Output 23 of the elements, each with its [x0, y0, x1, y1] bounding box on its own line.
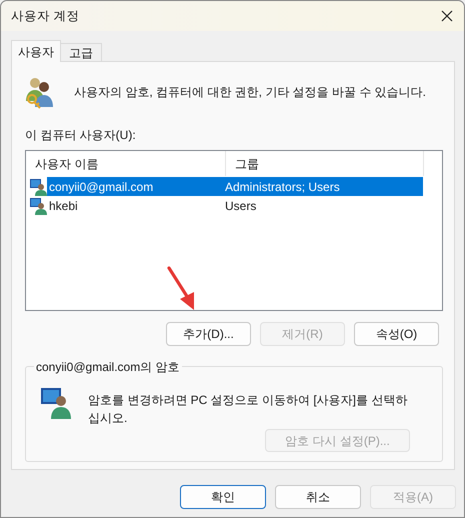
table-cell-text: Users	[225, 198, 258, 214]
description-text: 사용자의 암호, 컴퓨터에 대한 권한, 기타 설정을 바꿀 수 있습니다.	[74, 84, 426, 101]
user-row[interactable]: hkebi Users	[47, 196, 423, 215]
tab[interactable]: 사용자	[11, 40, 61, 62]
button[interactable]: 취소	[275, 485, 361, 509]
users-list[interactable]: 사용자 이름 그룹 conyii0@gmail.com Administrators; Users hkebi Users	[25, 150, 443, 311]
button[interactable]: 속성(O)	[354, 322, 439, 346]
users-label: 이 컴퓨터 사용자(U):	[25, 127, 137, 144]
column-header[interactable]: 그룹	[226, 151, 424, 176]
user-computer-icon	[39, 385, 73, 419]
table-cell-text: hkebi	[48, 198, 79, 214]
user-computer-icon	[29, 178, 47, 196]
table-cell-text: conyii0@gmail.com	[48, 178, 154, 196]
column-header[interactable]: 사용자 이름	[26, 151, 226, 176]
tab[interactable]: 고급	[60, 43, 102, 62]
button[interactable]: 추가(D)...	[166, 322, 251, 346]
password-instruction: 암호를 변경하려면 PC 설정으로 이동하여 [사용자]를 선택하십시오.	[88, 392, 408, 427]
user-computer-icon	[29, 196, 47, 214]
window-title: 사용자 계정	[11, 8, 80, 25]
button[interactable]: 확인	[180, 485, 266, 509]
table-cell-text: Administrators; Users	[225, 178, 341, 196]
close-icon	[441, 10, 453, 22]
user-row[interactable]: conyii0@gmail.com Administrators; Users	[47, 177, 423, 196]
